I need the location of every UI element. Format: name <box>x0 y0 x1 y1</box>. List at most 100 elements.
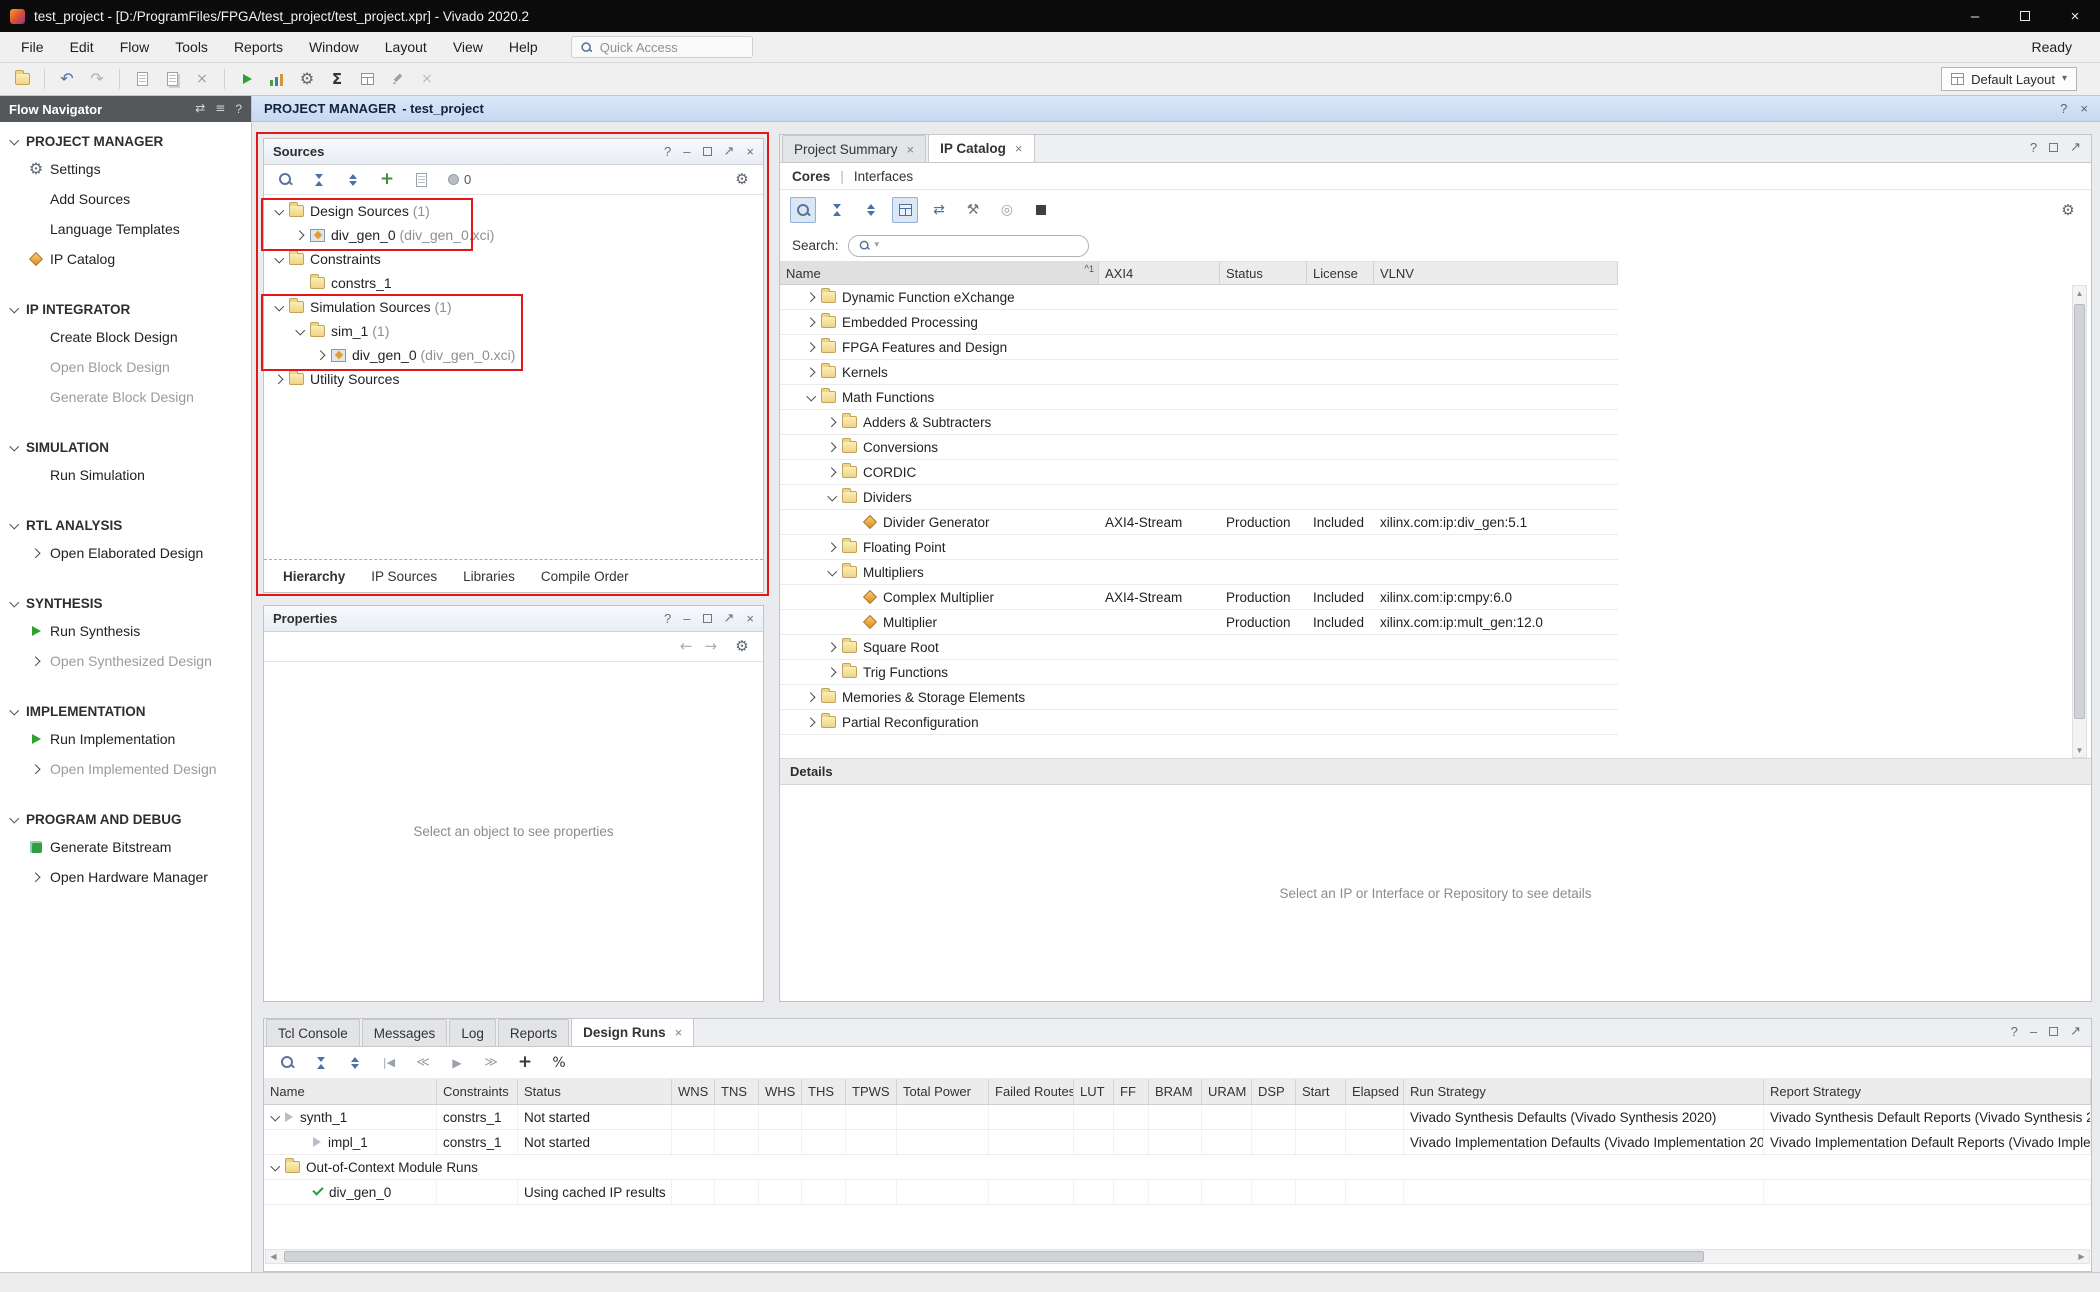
column-header-tpws[interactable]: TPWS <box>846 1079 897 1104</box>
flownav-item-open-elaborated-design[interactable]: Open Elaborated Design <box>0 538 251 568</box>
ip-row-math-functions[interactable]: Math Functions <box>780 385 1618 410</box>
settings-gear-icon[interactable]: ⚙ <box>729 167 755 193</box>
steps-icon[interactable] <box>264 66 290 92</box>
flownav-item-open-synthesized-design[interactable]: Open Synthesized Design <box>0 646 251 676</box>
ip-row-dynamic-function-exchange[interactable]: Dynamic Function eXchange <box>780 285 1618 310</box>
expander-icon[interactable] <box>827 543 836 552</box>
expander-icon[interactable] <box>827 493 836 502</box>
column-header-license[interactable]: License <box>1307 262 1374 284</box>
expander-icon[interactable] <box>806 693 815 702</box>
close-window-icon[interactable]: × <box>2050 0 2100 32</box>
forward-icon[interactable]: → <box>704 639 717 654</box>
collapse-all-icon[interactable] <box>308 1050 334 1076</box>
flownav-item-open-hardware-manager[interactable]: Open Hardware Manager <box>0 862 251 892</box>
column-header-wns[interactable]: WNS <box>672 1079 715 1104</box>
settings-gear-icon[interactable]: ⚙ <box>729 634 755 660</box>
percent-icon[interactable]: % <box>546 1050 572 1076</box>
column-header-constraints[interactable]: Constraints <box>437 1079 518 1104</box>
flownav-item-language-templates[interactable]: Language Templates <box>0 214 251 244</box>
menu-help[interactable]: Help <box>496 34 551 60</box>
flownav-section-header-program-and-debug[interactable]: PROGRAM AND DEBUG <box>0 806 251 832</box>
layout-grid-icon[interactable] <box>354 66 380 92</box>
goto-start-icon[interactable]: |◀ <box>376 1050 402 1076</box>
flownav-section-header-ip-integrator[interactable]: IP INTEGRATOR <box>0 296 251 322</box>
search-icon[interactable] <box>274 1050 300 1076</box>
float-icon[interactable]: ↗ <box>2070 1025 2081 1038</box>
source-item-div-gen-0[interactable]: div_gen_0 (div_gen_0.xci) <box>264 343 763 367</box>
scrollbar-thumb[interactable] <box>284 1251 1704 1262</box>
expander-icon[interactable] <box>295 327 304 336</box>
back-icon[interactable]: ← <box>680 639 693 654</box>
column-header-elapsed[interactable]: Elapsed <box>1346 1079 1404 1104</box>
ip-row-square-root[interactable]: Square Root <box>780 635 1618 660</box>
ip-row-multipliers[interactable]: Multipliers <box>780 560 1618 585</box>
flownav-item-generate-bitstream[interactable]: Generate Bitstream <box>0 832 251 862</box>
expander-icon[interactable] <box>274 207 283 216</box>
open-icon[interactable] <box>9 66 35 92</box>
menu-file[interactable]: File <box>8 34 57 60</box>
chevron-down-icon[interactable] <box>9 815 18 824</box>
sources-tab-libraries[interactable]: Libraries <box>452 564 526 589</box>
menu-tools[interactable]: Tools <box>162 34 221 60</box>
ip-row-embedded-processing[interactable]: Embedded Processing <box>780 310 1618 335</box>
help-icon[interactable]: ? <box>235 102 242 116</box>
ip-settings-icon[interactable]: ⚒ <box>960 197 986 223</box>
ip-row-floating-point[interactable]: Floating Point <box>780 535 1618 560</box>
quick-access-search[interactable]: Quick Access <box>571 36 753 58</box>
sources-tab-hierarchy[interactable]: Hierarchy <box>272 564 356 589</box>
flownav-item-run-implementation[interactable]: Run Implementation <box>0 724 251 754</box>
ip-row-conversions[interactable]: Conversions <box>780 435 1618 460</box>
chevron-down-icon[interactable] <box>9 707 18 716</box>
expander-icon[interactable] <box>827 418 836 427</box>
source-item-design-sources[interactable]: Design Sources (1) <box>264 199 763 223</box>
column-header-ff[interactable]: FF <box>1114 1079 1149 1104</box>
step-forward-icon[interactable]: ≫ <box>478 1050 504 1076</box>
close-icon[interactable]: × <box>2080 101 2088 116</box>
scroll-right-icon[interactable]: ▶ <box>2074 1250 2089 1263</box>
expander-icon[interactable] <box>827 443 836 452</box>
tab-project-summary[interactable]: Project Summary× <box>782 135 926 162</box>
expander-icon[interactable] <box>827 668 836 677</box>
expander-icon[interactable] <box>274 303 283 312</box>
run-row-impl-1[interactable]: impl_1constrs_1Not startedVivado Impleme… <box>264 1130 2091 1155</box>
scroll-down-icon[interactable]: ▼ <box>2073 743 2086 757</box>
tab-messages[interactable]: Messages <box>362 1019 448 1046</box>
add-sources-icon[interactable]: + <box>374 167 400 193</box>
view-interfaces[interactable]: Interfaces <box>854 169 913 184</box>
expand-all-icon[interactable] <box>342 1050 368 1076</box>
column-header-axi4[interactable]: AXI4 <box>1099 262 1220 284</box>
search-icon[interactable] <box>272 167 298 193</box>
chevron-down-icon[interactable] <box>9 443 18 452</box>
horizontal-scrollbar[interactable]: ◀ ▶ <box>265 1249 2090 1264</box>
help-icon[interactable]: ? <box>2011 1024 2018 1039</box>
flownav-section-header-simulation[interactable]: SIMULATION <box>0 434 251 460</box>
flownav-item-open-implemented-design[interactable]: Open Implemented Design <box>0 754 251 784</box>
flownav-section-header-synthesis[interactable]: SYNTHESIS <box>0 590 251 616</box>
report-icon[interactable] <box>408 167 434 193</box>
vertical-scrollbar[interactable]: ▲ ▼ <box>2072 285 2087 758</box>
add-repository-icon[interactable]: ◎ <box>994 197 1020 223</box>
copy-icon[interactable] <box>129 66 155 92</box>
flownav-item-settings[interactable]: ⚙ Settings <box>0 154 251 184</box>
column-header-start[interactable]: Start <box>1296 1079 1346 1104</box>
flownav-item-run-synthesis[interactable]: Run Synthesis <box>0 616 251 646</box>
search-icon[interactable] <box>790 197 816 223</box>
close-tab-icon[interactable]: × <box>1015 141 1023 156</box>
sources-tab-compile-order[interactable]: Compile Order <box>530 564 640 589</box>
sources-tab-ip-sources[interactable]: IP Sources <box>360 564 448 589</box>
help-icon[interactable]: ? <box>664 611 671 626</box>
edit-icon[interactable] <box>384 66 410 92</box>
collapse-all-icon[interactable] <box>306 167 332 193</box>
ip-row-complex-multiplier[interactable]: Complex Multiplier AXI4-Stream Productio… <box>780 585 1618 610</box>
ip-row-cordic[interactable]: CORDIC <box>780 460 1618 485</box>
ip-row-kernels[interactable]: Kernels <box>780 360 1618 385</box>
expander-icon[interactable] <box>806 293 815 302</box>
close-tab-icon[interactable]: × <box>675 1025 683 1040</box>
run-row-out-of-context-module-runs[interactable]: Out-of-Context Module Runs <box>264 1155 2091 1180</box>
expander-icon[interactable] <box>806 368 815 377</box>
column-header-failed-routes[interactable]: Failed Routes <box>989 1079 1074 1104</box>
chevron-down-icon[interactable] <box>9 599 18 608</box>
maximize-icon[interactable] <box>2049 1024 2058 1039</box>
flownav-item-ip-catalog[interactable]: IP Catalog <box>0 244 251 274</box>
expander-icon[interactable] <box>827 468 836 477</box>
